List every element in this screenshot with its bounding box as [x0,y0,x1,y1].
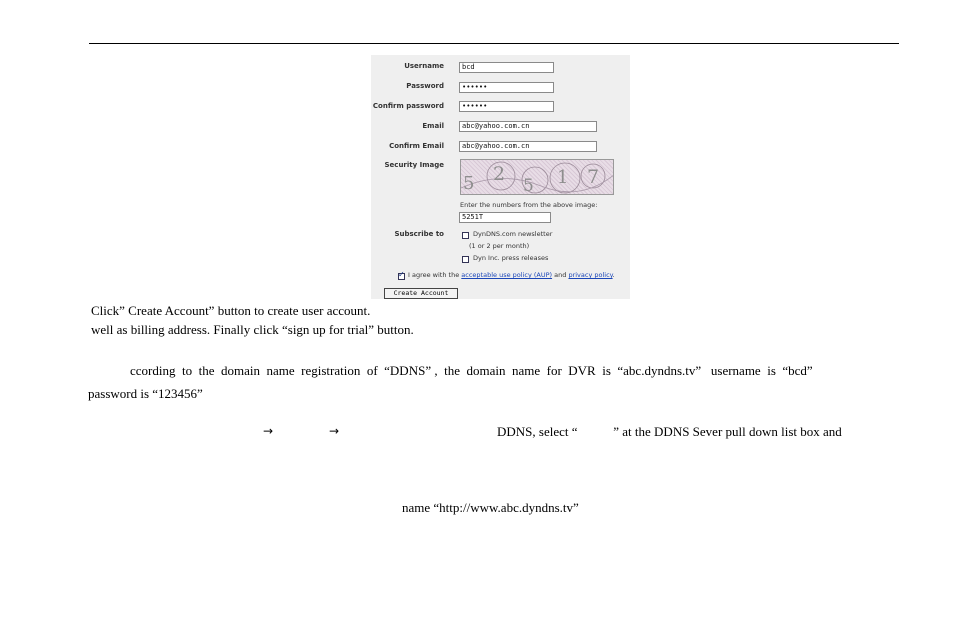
email-label: Email [422,122,444,130]
doc-name-line: name “http://www.abc.dyndns.tv” [402,500,579,515]
signup-form-screenshot: Username bcd Password •••••• Confirm pas… [371,55,630,299]
username-field[interactable]: bcd [459,62,554,73]
captcha-char: 1 [557,167,569,188]
newsletter-note: (1 or 2 per month) [469,242,530,250]
agree-suffix: . [612,271,615,279]
captcha-hint: Enter the numbers from the above image: [460,201,598,209]
captcha-char: 5 [463,173,475,194]
arrow-icon: → [329,424,340,438]
press-checkbox[interactable] [462,256,469,263]
newsletter-checkbox[interactable] [462,232,469,239]
create-account-button[interactable]: Create Account [384,288,458,299]
confirm-password-label: Confirm password [372,102,444,110]
doc-line-2: well as billing address. Finally click “… [91,322,414,337]
doc-line-1: Click” Create Account” button to create … [91,303,371,318]
confirm-email-field[interactable]: abc@yahoo.com.cn [459,141,597,152]
arrow-icon: → [263,424,274,438]
doc-paragraph-b: password is “123456” [88,386,203,401]
password-label: Password [406,82,444,90]
aup-link[interactable]: acceptable use policy (AUP) [461,271,552,279]
captcha-char: 7 [587,166,600,188]
captcha-char: 5 [523,176,534,195]
captcha-char: 2 [493,163,506,185]
agree-checkbox[interactable] [398,270,405,280]
agree-and: and [554,271,567,279]
header-rule [89,43,899,44]
security-image-label: Security Image [384,161,445,169]
agree-prefix: I agree with the [408,271,460,279]
captcha-field[interactable]: 5251T [459,212,551,223]
agree-text: I agree with the acceptable use policy (… [408,271,615,279]
username-label: Username [404,62,444,70]
confirm-password-field[interactable]: •••••• [459,101,554,112]
password-field[interactable]: •••••• [459,82,554,93]
email-field[interactable]: abc@yahoo.com.cn [459,121,597,132]
privacy-link[interactable]: privacy policy [568,271,612,279]
subscribe-label: Subscribe to [394,230,444,238]
doc-paragraph-a: ccording to the domain name registration… [130,363,813,378]
press-label: Dyn Inc. press releases [473,254,549,262]
confirm-email-label: Confirm Email [389,142,444,150]
doc-select-line: DDNS, select “ ” at the DDNS Sever pull … [497,424,842,439]
newsletter-label: DynDNS.com newsletter [473,230,553,238]
captcha-image: 5 2 5 1 7 [460,159,614,195]
